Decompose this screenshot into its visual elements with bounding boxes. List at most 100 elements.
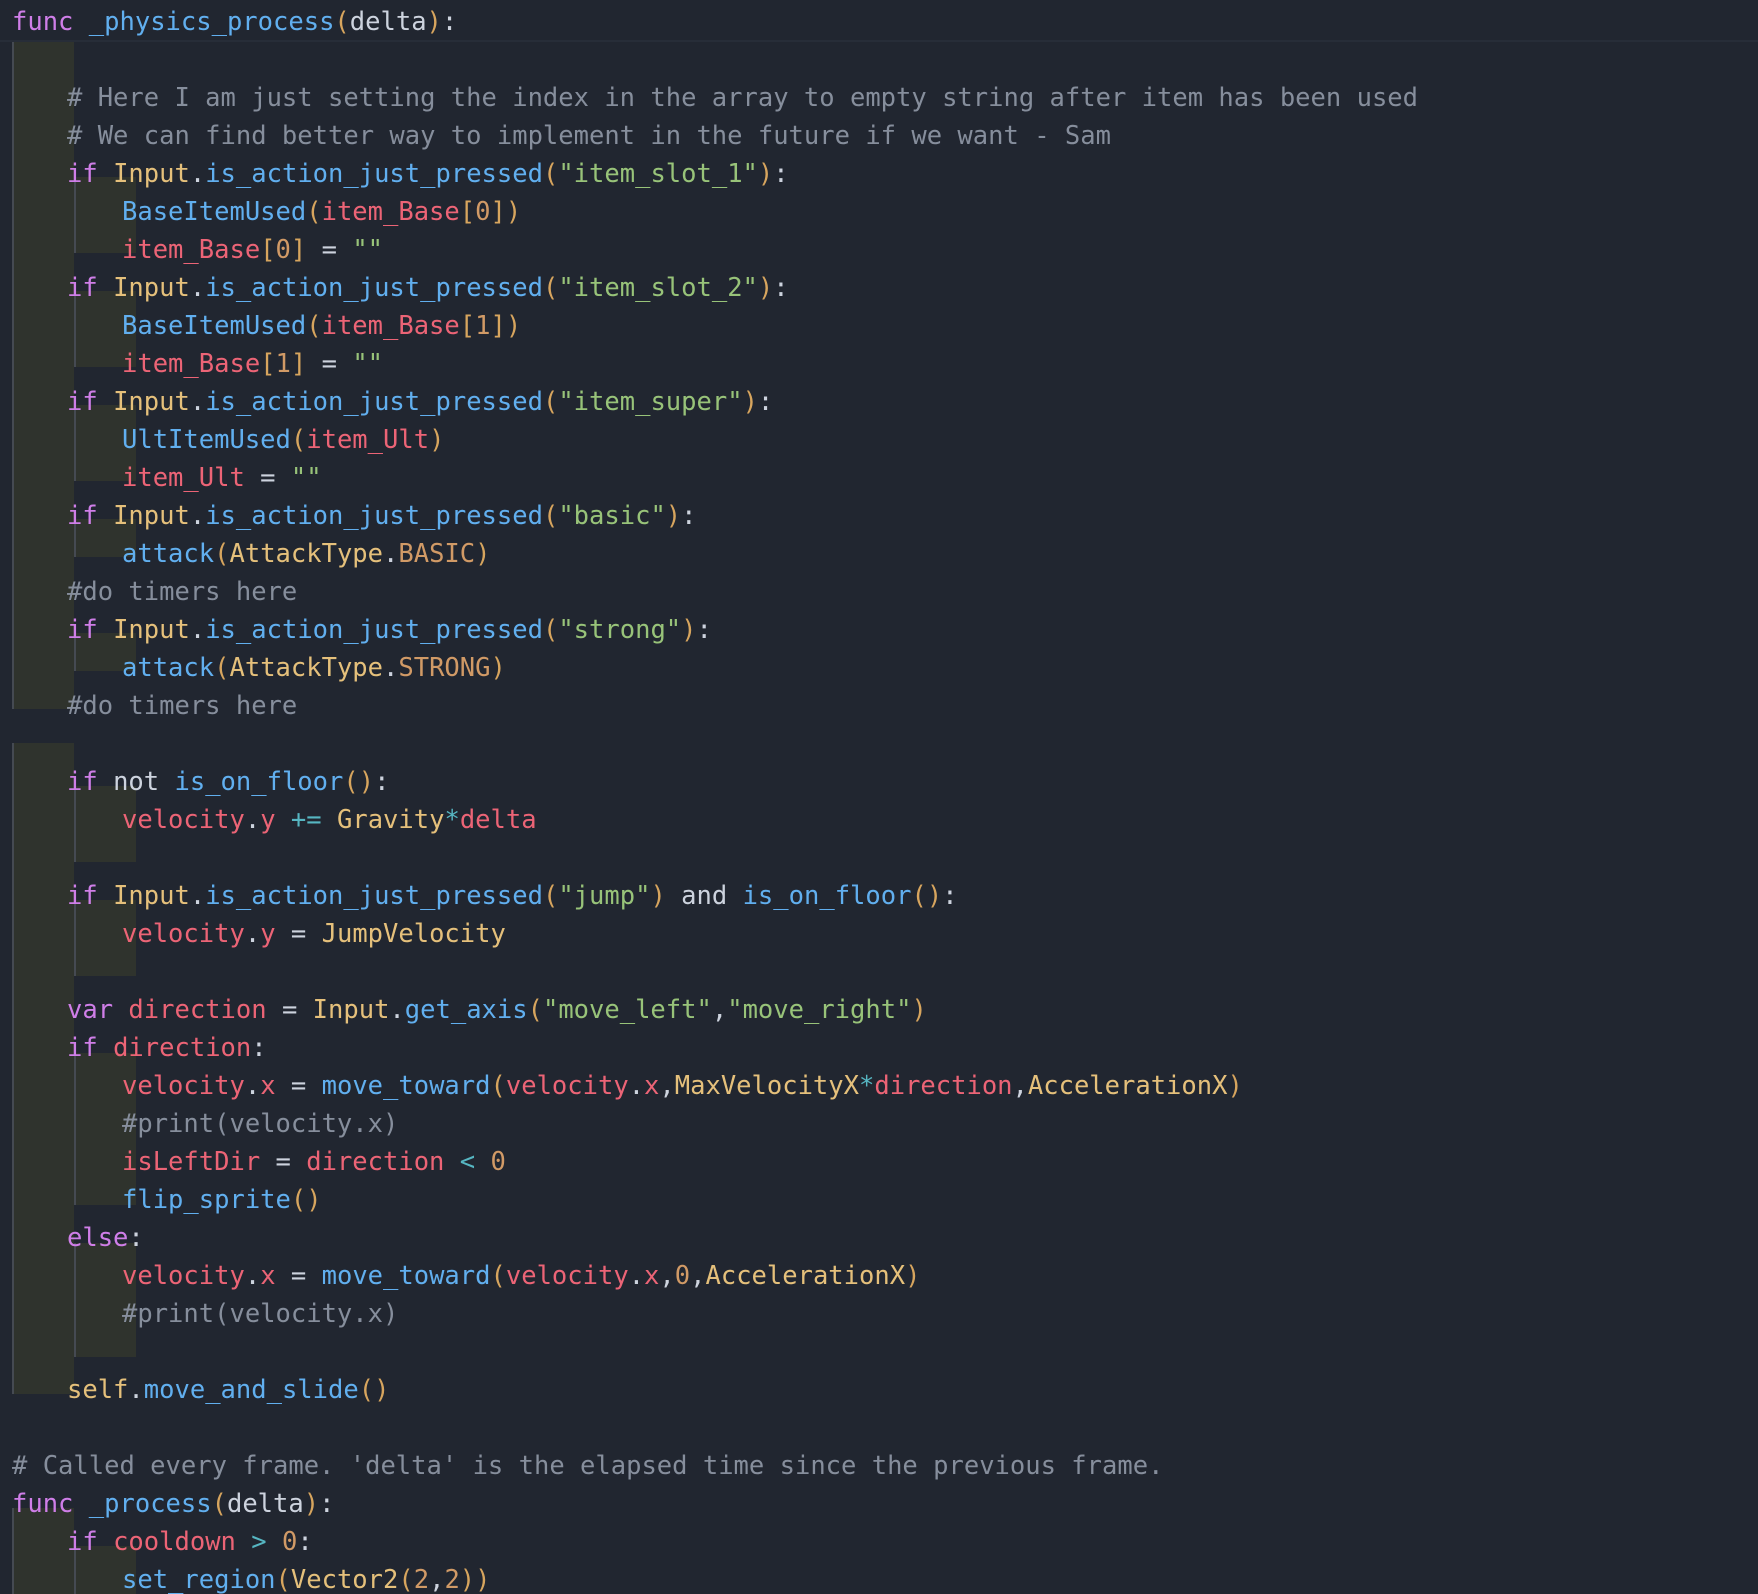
code-line[interactable]: else: xyxy=(12,1219,1418,1257)
code-token: : xyxy=(319,1489,335,1519)
code-token: ) xyxy=(681,615,697,645)
code-token: > xyxy=(251,1527,267,1557)
code-token: Input xyxy=(113,159,190,189)
code-token: _physics_process xyxy=(88,7,335,37)
code-line[interactable]: if Input.is_action_just_pressed("jump") … xyxy=(12,877,1418,915)
code-line[interactable]: set_region(Vector2(2,2)) xyxy=(12,1561,1418,1594)
code-line[interactable]: if Input.is_action_just_pressed("basic")… xyxy=(12,497,1418,535)
code-line[interactable]: BaseItemUsed(item_Base[1]) xyxy=(12,307,1418,345)
code-line[interactable]: #do timers here xyxy=(12,573,1418,611)
code-token: ) xyxy=(905,1261,921,1291)
code-line[interactable]: velocity.y = JumpVelocity xyxy=(12,915,1418,953)
code-token: )) xyxy=(459,1565,491,1594)
code-token: x xyxy=(260,1071,276,1101)
code-token: is_on_floor xyxy=(742,881,912,911)
code-line[interactable]: velocity.x = move_toward(velocity.x,0,Ac… xyxy=(12,1257,1418,1295)
code-token: not xyxy=(97,767,175,797)
code-line[interactable]: BaseItemUsed(item_Base[0]) xyxy=(12,193,1418,231)
code-token: = xyxy=(244,463,291,493)
code-token: ) xyxy=(757,159,774,189)
code-line[interactable]: item_Base[1] = "" xyxy=(12,345,1418,383)
code-line[interactable]: if cooldown > 0: xyxy=(12,1523,1418,1561)
code-line[interactable]: flip_sprite() xyxy=(12,1181,1418,1219)
code-token: . xyxy=(244,805,261,835)
code-line[interactable]: # Called every frame. 'delta' is the ela… xyxy=(12,1447,1418,1485)
code-token: Input xyxy=(113,615,190,645)
code-line[interactable]: attack(AttackType.BASIC) xyxy=(12,535,1418,573)
code-token: 2 xyxy=(444,1565,460,1594)
code-token: : xyxy=(942,881,958,911)
code-token: = xyxy=(275,1071,322,1101)
code-line[interactable]: func _process(delta): xyxy=(12,1485,1418,1523)
code-token: : xyxy=(128,1223,144,1253)
code-line[interactable]: # Here I am just setting the index in th… xyxy=(12,79,1418,117)
code-token: ( xyxy=(214,539,230,569)
code-token: ) xyxy=(429,425,445,455)
code-line[interactable]: #print(velocity.x) xyxy=(12,1105,1418,1143)
code-token: ( xyxy=(290,425,307,455)
code-line[interactable]: if Input.is_action_just_pressed("strong"… xyxy=(12,611,1418,649)
code-line[interactable]: #do timers here xyxy=(12,687,1418,725)
code-token: ( xyxy=(490,1261,506,1291)
code-token: flip_sprite xyxy=(122,1185,291,1215)
code-line[interactable]: #print(velocity.x) xyxy=(12,1295,1418,1333)
code-token: : xyxy=(441,7,458,37)
code-line[interactable]: if Input.is_action_just_pressed("item_su… xyxy=(12,383,1418,421)
code-line[interactable]: var direction = Input.get_axis("move_lef… xyxy=(12,991,1418,1029)
code-line[interactable]: if direction: xyxy=(12,1029,1418,1067)
code-token: . xyxy=(383,653,399,683)
code-token: = xyxy=(275,1261,322,1291)
code-token: "move_right" xyxy=(727,995,912,1025)
code-token: "basic" xyxy=(558,501,666,531)
code-line[interactable]: item_Ult = "" xyxy=(12,459,1418,497)
code-token: is_action_just_pressed xyxy=(205,387,543,417)
code-line[interactable]: if Input.is_action_just_pressed("item_sl… xyxy=(12,269,1418,307)
code-token: . xyxy=(189,273,206,303)
code-line[interactable]: velocity.x = move_toward(velocity.x,MaxV… xyxy=(12,1067,1418,1105)
code-line[interactable]: func _physics_process(delta): xyxy=(12,3,1418,41)
code-line[interactable]: self.move_and_slide() xyxy=(12,1371,1418,1409)
code-token: item_Ult xyxy=(306,425,430,455)
code-line[interactable]: if not is_on_floor(): xyxy=(12,763,1418,801)
code-line[interactable] xyxy=(12,1409,1418,1447)
code-token: ) xyxy=(303,1489,320,1519)
code-line[interactable] xyxy=(12,725,1418,763)
code-token: . xyxy=(383,539,399,569)
code-token: delta xyxy=(226,1489,304,1519)
code-token: . xyxy=(244,1261,261,1291)
code-line[interactable] xyxy=(12,1333,1418,1371)
code-editor[interactable]: func _physics_process(delta): # Here I am… xyxy=(0,0,1758,1594)
code-token: * xyxy=(859,1071,875,1101)
code-token: 2 xyxy=(413,1565,430,1594)
code-token: 0 xyxy=(281,1527,298,1557)
code-lines[interactable]: func _physics_process(delta): # Here I am… xyxy=(12,3,1418,1594)
code-line[interactable]: attack(AttackType.STRONG) xyxy=(12,649,1418,687)
code-line[interactable] xyxy=(12,953,1418,991)
code-token: ]) xyxy=(490,311,522,341)
code-token: Input xyxy=(113,387,190,417)
code-token: . xyxy=(189,501,206,531)
code-line[interactable]: # We can find better way to implement in… xyxy=(12,117,1418,155)
code-line[interactable] xyxy=(12,839,1418,877)
code-line[interactable] xyxy=(12,41,1418,79)
code-token: is_action_just_pressed xyxy=(205,159,543,189)
code-token: item_Ult xyxy=(122,463,245,493)
code-token: velocity xyxy=(505,1261,629,1291)
code-line[interactable]: item_Base[0] = "" xyxy=(12,231,1418,269)
code-line[interactable]: isLeftDir = direction < 0 xyxy=(12,1143,1418,1181)
code-token: if xyxy=(67,273,98,303)
code-line[interactable]: UltItemUsed(item_Ult) xyxy=(12,421,1418,459)
code-token: "" xyxy=(352,235,384,265)
code-token: #print(velocity.x) xyxy=(122,1109,399,1139)
code-token: 0 xyxy=(475,197,491,227)
code-line[interactable]: if Input.is_action_just_pressed("item_sl… xyxy=(12,155,1418,193)
code-line[interactable]: velocity.y += Gravity*delta xyxy=(12,801,1418,839)
code-token: cooldown xyxy=(113,1527,236,1557)
code-token: #print(velocity.x) xyxy=(122,1299,399,1329)
